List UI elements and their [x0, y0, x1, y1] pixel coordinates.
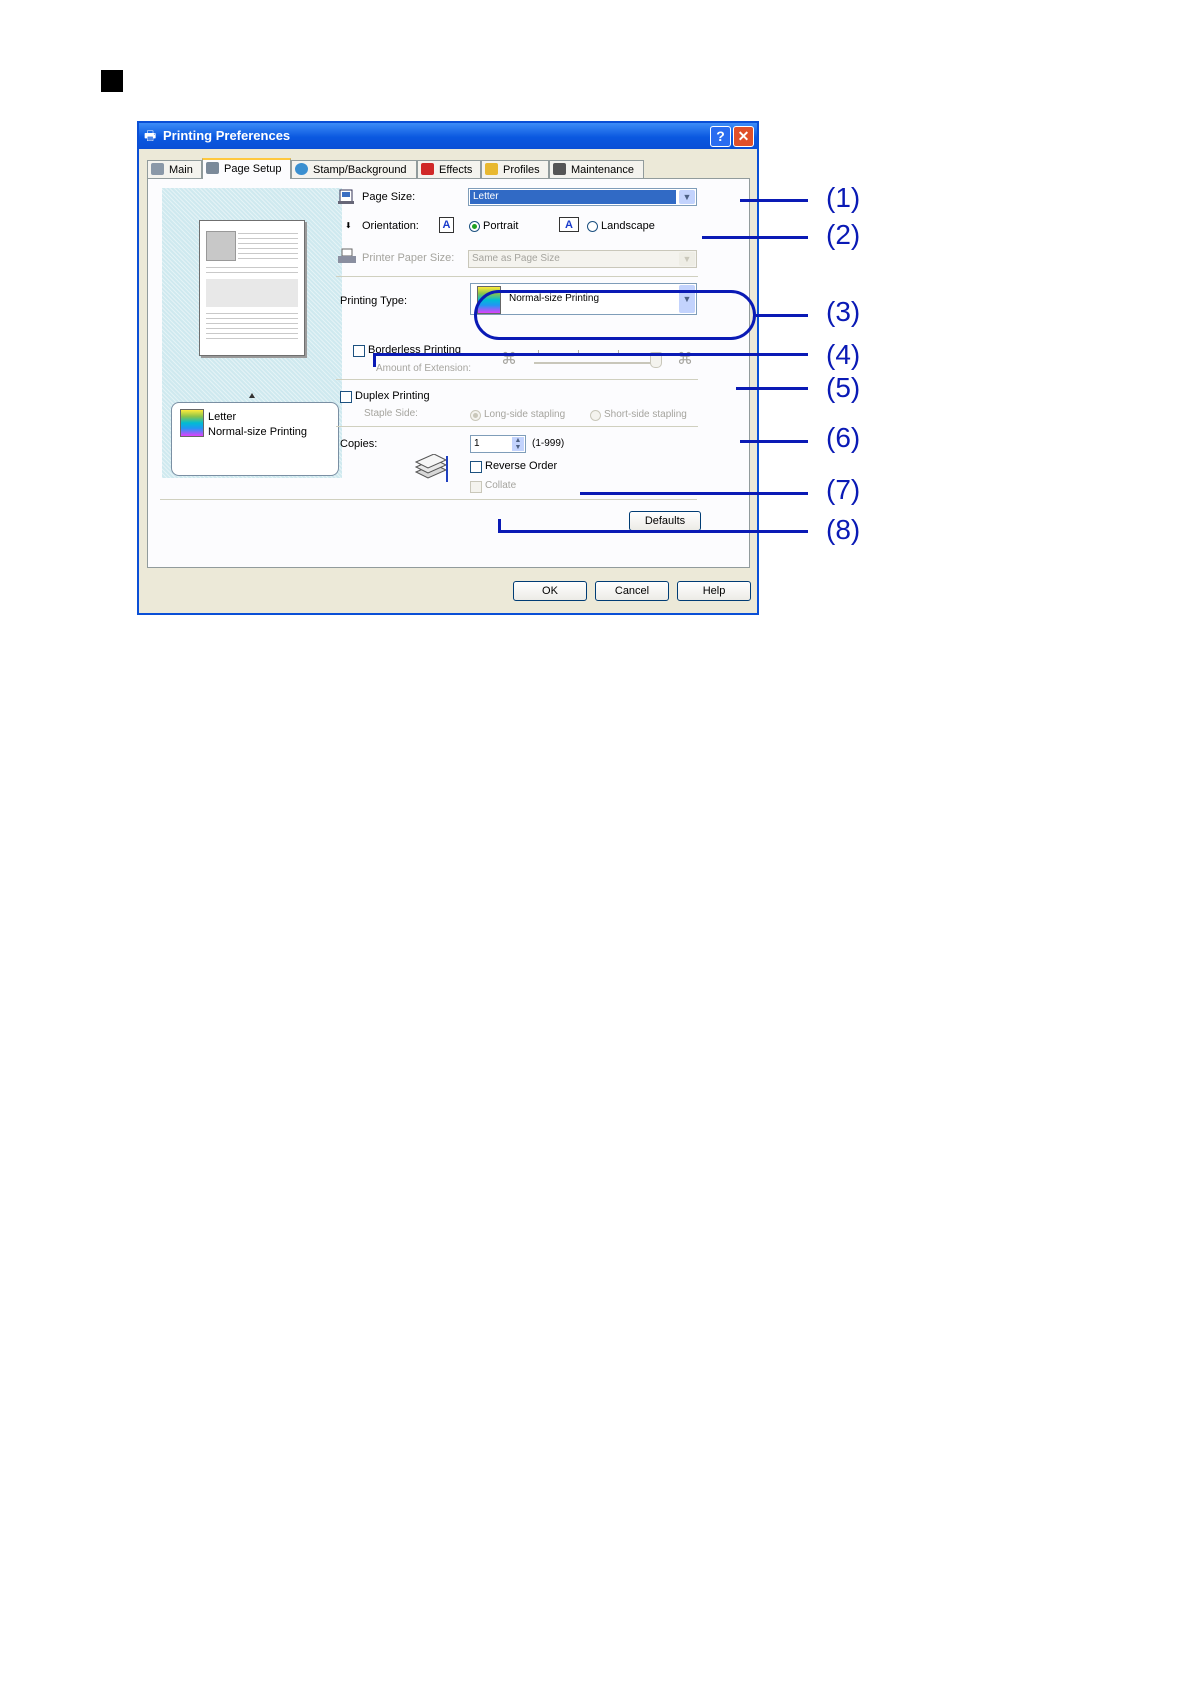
divider: [160, 499, 697, 500]
borderless-printing-checkbox[interactable]: [353, 345, 365, 357]
portrait-label[interactable]: Portrait: [483, 220, 518, 232]
printer-paper-size-label: Printer Paper Size:: [362, 252, 455, 264]
orientation-arrow-icon: [249, 393, 255, 398]
tab-effects[interactable]: Effects: [417, 160, 481, 178]
callout-line-6: [740, 440, 808, 443]
divider: [336, 426, 698, 427]
long-side-stapling-radio[interactable]: [470, 410, 481, 421]
callout-line-2: [702, 236, 808, 239]
ok-button[interactable]: OK: [513, 581, 587, 601]
tab-page-setup[interactable]: Page Setup: [202, 158, 291, 179]
page-size-icon: [338, 189, 354, 204]
page-size-label: Page Size:: [362, 191, 416, 203]
divider: [336, 379, 698, 380]
chevron-down-icon: ▼: [679, 190, 695, 204]
callout-line-4-drop: [373, 353, 376, 367]
printing-type-label: Printing Type:: [340, 295, 408, 307]
collate-checkbox[interactable]: [470, 481, 482, 493]
callout-number-5: (5): [826, 372, 861, 403]
title-bar: 🖶 Printing Preferences ? ✕: [139, 123, 757, 149]
summary-page-size: Letter: [208, 411, 237, 423]
printer-paper-icon: [338, 248, 356, 263]
tab-main[interactable]: Main: [147, 160, 202, 178]
stamp-icon: [295, 163, 308, 175]
page-setup-icon: [206, 162, 219, 174]
callout-number-3: (3): [826, 296, 861, 327]
printer-paper-size-select[interactable]: Same as Page Size ▼: [468, 250, 697, 268]
reverse-order-label[interactable]: Reverse Order: [485, 460, 557, 472]
tab-profiles[interactable]: Profiles: [481, 160, 549, 178]
short-side-stapling-radio[interactable]: [590, 410, 601, 421]
help-button[interactable]: Help: [677, 581, 751, 601]
paper-preview: [199, 220, 305, 356]
defaults-button[interactable]: Defaults: [629, 511, 701, 531]
paper-stack-icon: [414, 454, 448, 482]
callout-number-7: (7): [826, 474, 861, 505]
chevron-down-icon: ▼: [679, 252, 695, 266]
extension-label: Amount of Extension:: [376, 363, 472, 374]
printing-type-highlight: [474, 290, 756, 340]
page-size-select[interactable]: Letter ▼: [468, 188, 697, 206]
callout-number-4: (4): [826, 339, 861, 370]
cancel-button[interactable]: Cancel: [595, 581, 669, 601]
dialog-title: Printing Preferences: [163, 128, 291, 143]
printing-preferences-dialog: 🖶 Printing Preferences ? ✕ Main Page Set…: [137, 121, 759, 615]
callout-line-8-rise: [498, 519, 501, 533]
long-side-stapling-label[interactable]: Long-side stapling: [484, 409, 565, 420]
callout-number-1: (1): [826, 182, 861, 213]
settings-summary: Letter Normal-size Printing: [171, 402, 339, 476]
layout-preview: Letter Normal-size Printing: [162, 188, 342, 478]
tab-maintenance[interactable]: Maintenance: [549, 160, 644, 178]
printer-icon: 🖶: [144, 128, 157, 143]
portrait-radio[interactable]: [469, 221, 480, 232]
orientation-label: Orientation:: [362, 220, 419, 232]
landscape-radio[interactable]: [587, 221, 598, 232]
callout-line-4: [373, 353, 808, 356]
landscape-label[interactable]: Landscape: [601, 220, 655, 232]
profiles-icon: [485, 163, 498, 175]
copies-label: Copies:: [340, 438, 378, 450]
callout-line-5: [736, 387, 808, 390]
divider: [336, 276, 698, 277]
arrow-down-icon: ⬇: [345, 221, 352, 230]
portrait-icon: A: [439, 217, 454, 233]
color-paper-icon: [180, 409, 204, 437]
tab-stamp-background[interactable]: Stamp/Background: [291, 160, 417, 178]
reverse-order-checkbox[interactable]: [470, 461, 482, 473]
page-setup-panel: Letter Normal-size Printing Page Size: L…: [147, 178, 750, 568]
copies-range: (1-999): [532, 438, 565, 449]
landscape-icon: A: [559, 217, 579, 232]
callout-line-8: [498, 530, 808, 533]
extension-slider-track[interactable]: [534, 362, 658, 364]
short-side-stapling-label[interactable]: Short-side stapling: [604, 409, 687, 420]
copies-spinner[interactable]: 1 ▲ ▼: [470, 435, 526, 453]
callout-number-2: (2): [826, 219, 861, 250]
collate-label[interactable]: Collate: [485, 480, 516, 491]
maintenance-icon: [553, 163, 566, 175]
close-button[interactable]: ✕: [733, 126, 754, 147]
duplex-printing-checkbox[interactable]: [340, 391, 352, 403]
duplex-printing-label[interactable]: Duplex Printing: [355, 390, 430, 402]
callout-number-6: (6): [826, 422, 861, 453]
callout-number-8: (8): [826, 514, 861, 545]
effects-icon: [421, 163, 434, 175]
spinner-arrows-icon[interactable]: ▲ ▼: [512, 437, 524, 451]
section-bullet: [101, 70, 123, 92]
callout-line-1: [740, 199, 808, 202]
staple-side-label: Staple Side:: [364, 408, 418, 419]
help-title-button[interactable]: ?: [710, 126, 731, 147]
callout-line-3: [756, 314, 808, 317]
printer-icon: [151, 163, 164, 175]
callout-line-7: [580, 492, 808, 495]
summary-printing-type: Normal-size Printing: [208, 426, 308, 438]
